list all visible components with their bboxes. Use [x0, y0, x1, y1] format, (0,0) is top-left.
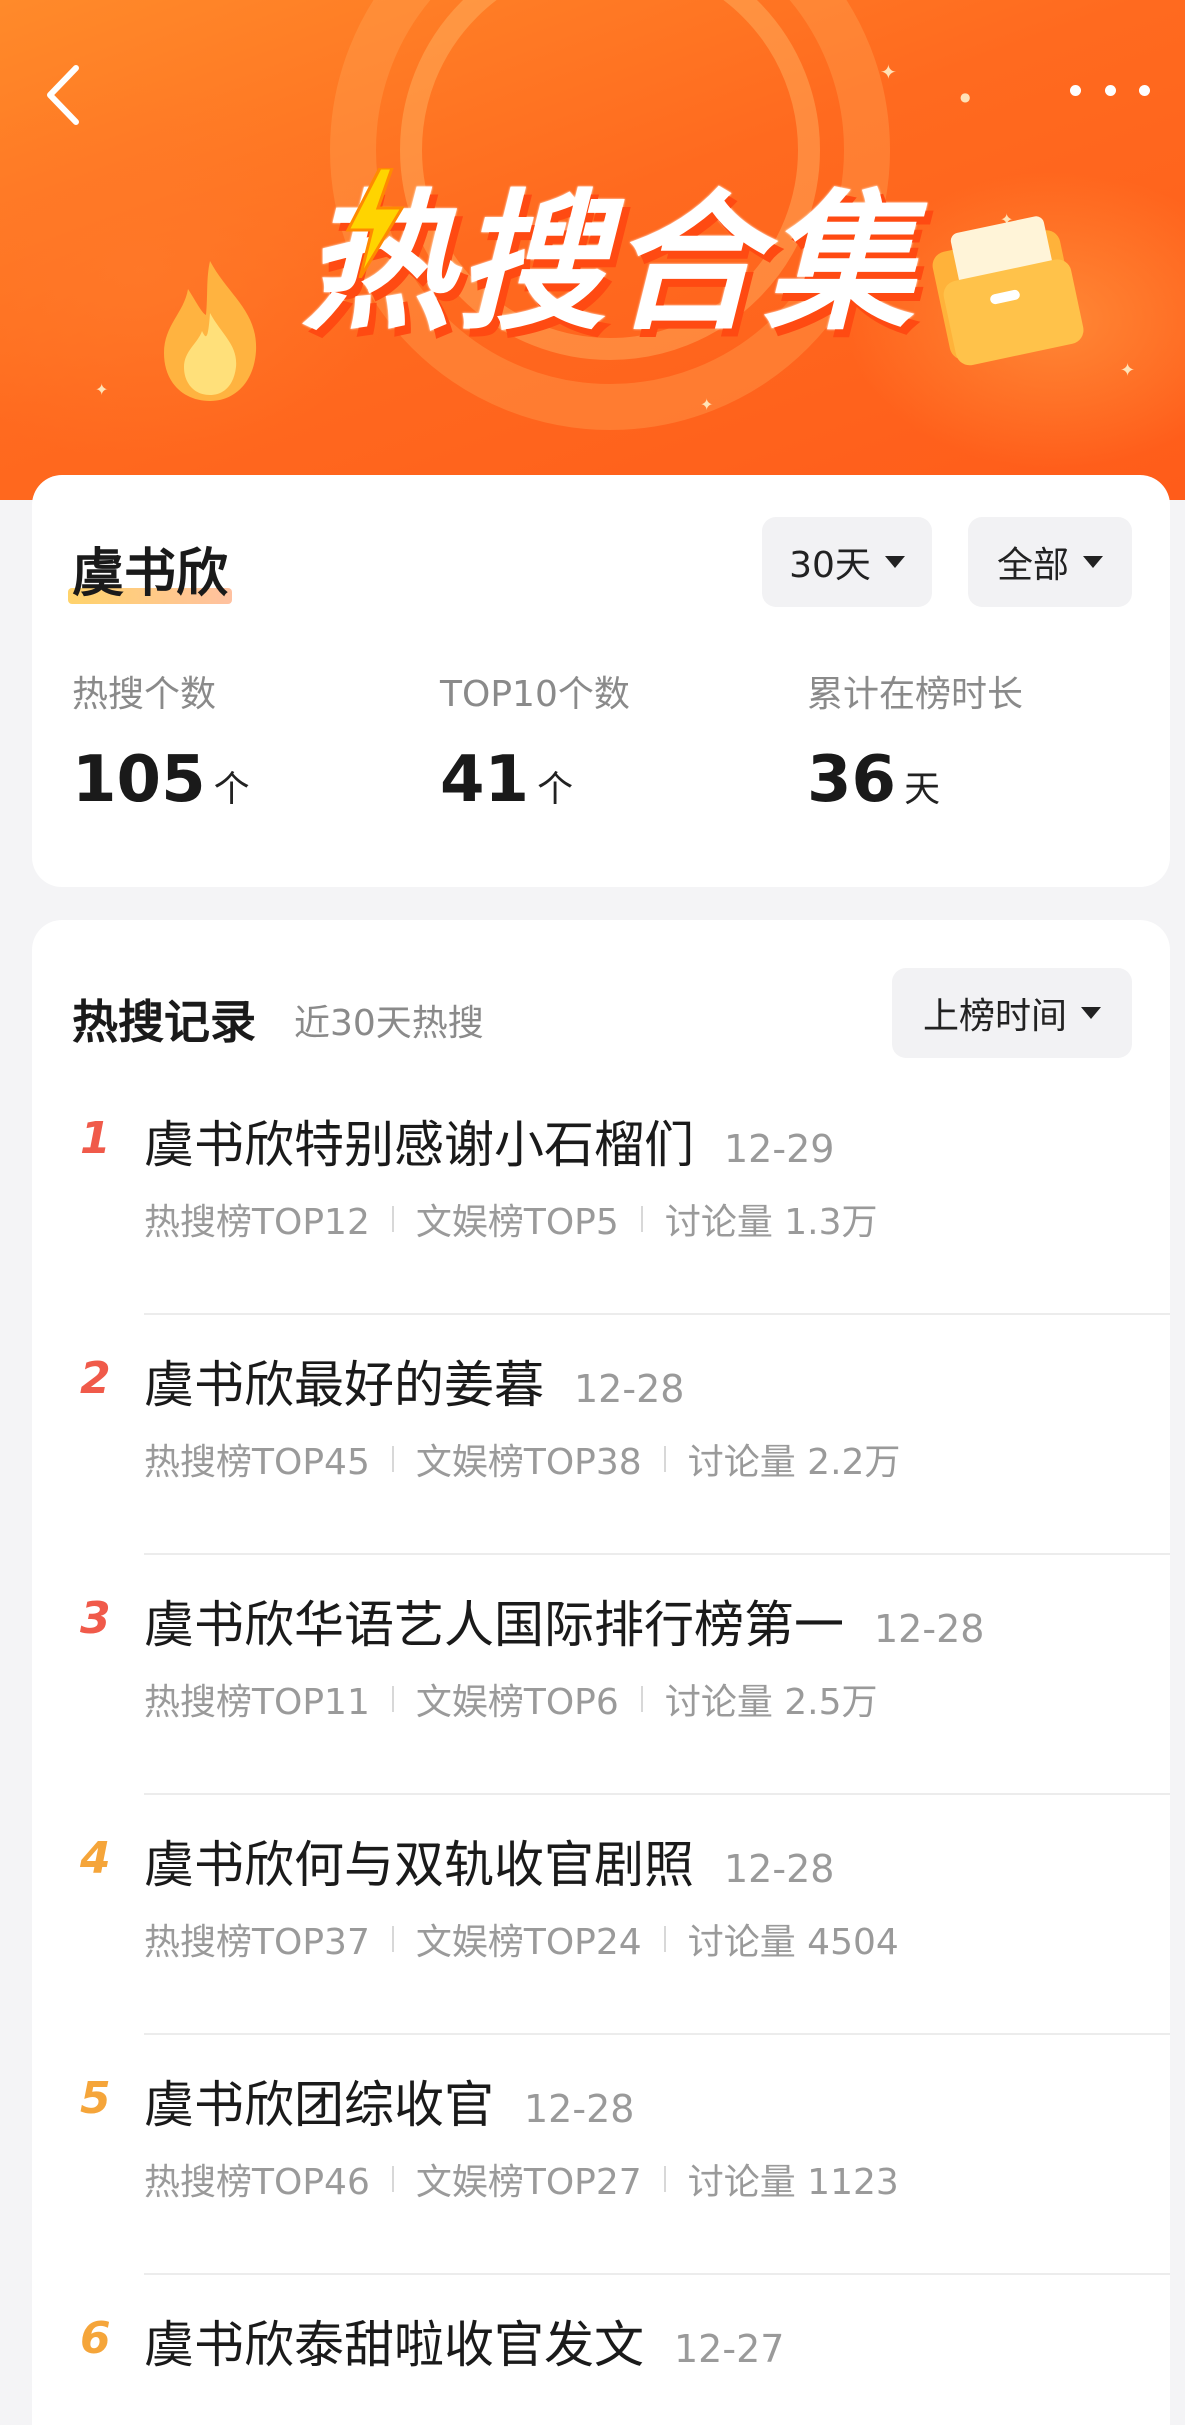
hot-rank: 热搜榜TOP45 [144, 1442, 370, 1483]
stat-label: TOP10个数 [440, 674, 630, 715]
header-banner: ✦ ✦ ✦ ✦ ✦ ● 热搜合集 [0, 0, 1185, 500]
topic-title: 虞书欣最好的姜暮 [144, 1356, 544, 1414]
list-item[interactable]: 6 虞书欣泰甜啦收官发文 12-27 [32, 2275, 1170, 2425]
list-item[interactable]: 1 虞书欣特别感谢小石榴们 12-29 热搜榜TOP12 文娱榜TOP5 讨论量… [32, 1075, 1170, 1315]
discussion-count: 讨论量 4504 [687, 1922, 899, 1963]
rank-number: 5 [80, 2073, 111, 2124]
person-name: 虞书欣 [67, 531, 233, 606]
topic-date: 12-28 [524, 2087, 635, 2131]
divider [640, 1686, 643, 1712]
list-item[interactable]: 4 虞书欣何与双轨收官剧照 12-28 热搜榜TOP37 文娱榜TOP24 讨论… [32, 1795, 1170, 2035]
stat-unit: 天 [904, 769, 941, 810]
divider [391, 1686, 394, 1712]
discussion-count: 讨论量 2.2万 [687, 1442, 901, 1483]
records-title: 热搜记录 [72, 995, 256, 1049]
category-filter-dropdown[interactable]: 全部 [968, 517, 1132, 607]
ent-rank: 文娱榜TOP27 [415, 2162, 642, 2203]
person-name-wrap: 虞书欣 [67, 531, 233, 606]
divider [391, 1446, 394, 1472]
stat-hot-count: 热搜个数 105 个 [72, 665, 250, 817]
topic-date: 12-27 [674, 2327, 785, 2371]
hot-rank: 热搜榜TOP11 [144, 1682, 370, 1723]
discussion-count: 讨论量 2.5万 [664, 1682, 878, 1723]
stat-value: 36 [807, 743, 897, 817]
rank-number: 4 [80, 1833, 111, 1884]
list-item[interactable]: 5 虞书欣团综收官 12-28 热搜榜TOP46 文娱榜TOP27 讨论量 11… [32, 2035, 1170, 2275]
ent-rank: 文娱榜TOP5 [415, 1202, 619, 1243]
stat-value: 105 [72, 743, 206, 817]
more-button[interactable] [1070, 70, 1150, 110]
sparkle-icon: ✦ [1120, 360, 1136, 381]
stat-unit: 个 [537, 769, 574, 810]
topic-title: 虞书欣泰甜啦收官发文 [144, 2316, 644, 2374]
stat-label: 累计在榜时长 [807, 674, 1024, 715]
ent-rank: 文娱榜TOP24 [415, 1922, 642, 1963]
divider [640, 1206, 643, 1232]
topic-date: 12-28 [874, 1607, 985, 1651]
topic-title: 虞书欣何与双轨收官剧照 [144, 1836, 694, 1894]
ent-rank: 文娱榜TOP38 [415, 1442, 642, 1483]
sparkle-icon: ✦ [880, 60, 897, 84]
stat-label: 热搜个数 [72, 674, 217, 715]
flame-icon [164, 261, 257, 401]
sort-label: 上榜时间 [922, 996, 1067, 1037]
summary-card: 虞书欣 30天 全部 热搜个数 105 个 TOP10个数 41 个 累计在榜时… [32, 475, 1170, 887]
stat-unit: 个 [213, 769, 250, 810]
sparkle-icon: ✦ [700, 395, 714, 414]
discussion-count: 讨论量 1.3万 [664, 1202, 878, 1243]
topic-date: 12-28 [724, 1847, 835, 1891]
divider [663, 1926, 666, 1952]
topic-title: 虞书欣华语艺人国际排行榜第一 [144, 1596, 844, 1654]
topic-title: 虞书欣特别感谢小石榴们 [144, 1116, 694, 1174]
divider [663, 1446, 666, 1472]
divider [391, 2166, 394, 2192]
rank-number: 3 [80, 1593, 111, 1644]
rank-number: 2 [80, 1353, 111, 1404]
records-list: 1 虞书欣特别感谢小石榴们 12-29 热搜榜TOP12 文娱榜TOP5 讨论量… [32, 1075, 1170, 2425]
divider [391, 1926, 394, 1952]
records-card: 热搜记录 近30天热搜 上榜时间 1 虞书欣特别感谢小石榴们 12-29 热搜榜… [32, 920, 1170, 2425]
caret-down-icon [1083, 556, 1103, 568]
sparkle-icon: ● [960, 90, 971, 104]
list-item[interactable]: 2 虞书欣最好的姜暮 12-28 热搜榜TOP45 文娱榜TOP38 讨论量 2… [32, 1315, 1170, 1555]
more-dot-icon [1139, 84, 1150, 96]
more-dot-icon [1104, 84, 1116, 96]
category-filter-label: 全部 [996, 545, 1069, 586]
days-filter-dropdown[interactable]: 30天 [762, 517, 932, 607]
stat-value: 41 [440, 743, 530, 817]
caret-down-icon [884, 556, 905, 568]
topic-date: 12-29 [724, 1127, 835, 1171]
topic-date: 12-28 [574, 1367, 685, 1411]
records-subtitle: 近30天热搜 [294, 1003, 484, 1044]
back-button[interactable] [40, 60, 90, 130]
stat-top10-count: TOP10个数 41 个 [440, 665, 630, 817]
list-item[interactable]: 3 虞书欣华语艺人国际排行榜第一 12-28 热搜榜TOP11 文娱榜TOP6 … [32, 1555, 1170, 1795]
chevron-left-icon [47, 65, 79, 125]
topic-title: 虞书欣团综收官 [144, 2076, 494, 2134]
rank-number: 6 [80, 2313, 111, 2364]
caret-down-icon [1081, 1007, 1101, 1019]
rank-number: 1 [80, 1113, 111, 1164]
discussion-count: 讨论量 1123 [687, 2162, 899, 2203]
ent-rank: 文娱榜TOP6 [415, 1682, 619, 1723]
more-dot-icon [1070, 84, 1081, 96]
hot-rank: 热搜榜TOP37 [144, 1922, 370, 1963]
hot-rank: 热搜榜TOP46 [144, 2162, 370, 2203]
days-filter-label: 30天 [789, 545, 871, 586]
sort-dropdown[interactable]: 上榜时间 [892, 968, 1132, 1058]
hot-rank: 热搜榜TOP12 [144, 1202, 370, 1243]
sparkle-icon: ✦ [95, 380, 109, 399]
divider [391, 1206, 394, 1232]
lightning-icon [345, 168, 405, 278]
stat-total-duration: 累计在榜时长 36 天 [807, 665, 1023, 817]
divider [663, 2166, 666, 2192]
